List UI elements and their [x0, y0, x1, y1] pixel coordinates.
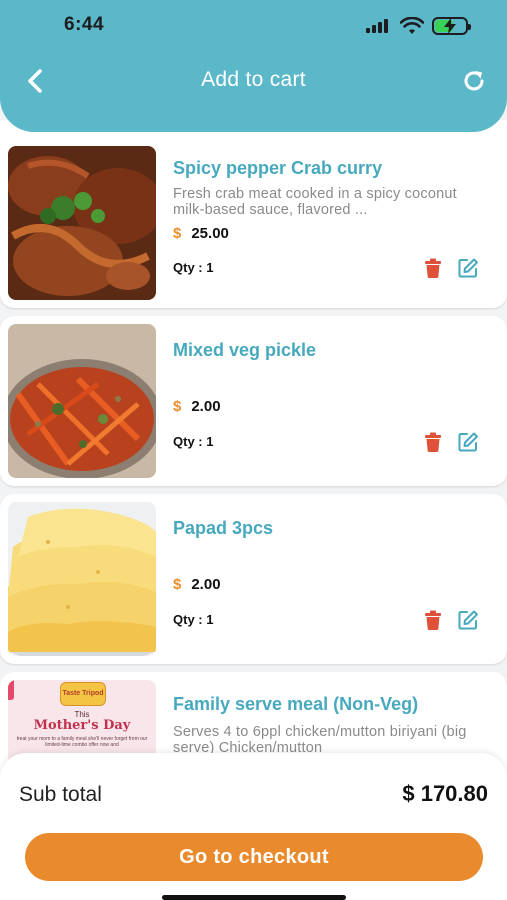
price-value: 2.00 [191, 398, 221, 415]
trash-icon[interactable] [422, 431, 444, 453]
item-title[interactable]: Mixed veg pickle [173, 340, 316, 361]
nav-bar: Add to cart [0, 62, 507, 102]
item-quantity: Qty : 1 [173, 434, 214, 449]
subtotal-label: Sub total [19, 783, 102, 806]
promo-badge: Taste Tripod [62, 690, 104, 697]
item-price: $25.00 [173, 225, 229, 242]
refresh-button[interactable] [459, 66, 489, 96]
wifi-icon [400, 17, 424, 34]
app-header: 6:44 Add to cart [0, 0, 507, 132]
promo-fineprint: treat your mom to a family meal she'll n… [16, 736, 148, 748]
page-title: Add to cart [201, 68, 306, 91]
item-title[interactable]: Spicy pepper Crab curry [173, 158, 382, 179]
promo-title: Mother's Day [33, 718, 131, 733]
item-price: $2.00 [173, 576, 221, 593]
veg-pickle-image [8, 324, 156, 478]
cart-item[interactable]: Mixed veg pickle $2.00 Qty : 1 [0, 316, 507, 486]
price-value: 2.00 [191, 576, 221, 593]
item-price: $2.00 [173, 398, 221, 415]
edit-icon[interactable] [457, 257, 479, 279]
cart-item[interactable]: Spicy pepper Crab curry Fresh crab meat … [0, 120, 507, 308]
papad-image [8, 502, 156, 656]
trash-icon[interactable] [422, 257, 444, 279]
status-time: 6:44 [64, 14, 105, 35]
battery-icon [432, 17, 471, 35]
subtotal-value: $ 170.80 [402, 781, 488, 806]
trash-icon[interactable] [422, 609, 444, 631]
cellular-signal-icon [366, 19, 392, 33]
refresh-icon [464, 71, 484, 91]
item-description: Fresh crab meat cooked in a spicy coconu… [173, 186, 457, 218]
charging-bolt-icon [444, 18, 456, 34]
currency-symbol: $ [173, 576, 182, 593]
crab-curry-image [8, 146, 156, 300]
home-indicator[interactable] [162, 895, 346, 900]
currency-symbol: $ [173, 398, 182, 415]
status-bar: 6:44 [0, 12, 507, 42]
checkout-button[interactable]: Go to checkout [25, 833, 483, 881]
cart-screen: 6:44 Add to cart Spicy pepper Crab curry… [0, 0, 507, 900]
item-title[interactable]: Family serve meal (Non-Veg) [173, 694, 418, 715]
item-description: Serves 4 to 6ppl chicken/mutton biriyani… [173, 724, 467, 753]
item-title[interactable]: Papad 3pcs [173, 518, 273, 539]
item-quantity: Qty : 1 [173, 260, 214, 275]
edit-icon[interactable] [457, 431, 479, 453]
checkout-panel: Sub total $ 170.80 Go to checkout [0, 753, 507, 900]
cart-item[interactable]: Papad 3pcs $2.00 Qty : 1 [0, 494, 507, 664]
edit-icon[interactable] [457, 609, 479, 631]
price-value: 25.00 [191, 225, 229, 242]
currency-symbol: $ [173, 225, 182, 242]
item-quantity: Qty : 1 [173, 612, 214, 627]
